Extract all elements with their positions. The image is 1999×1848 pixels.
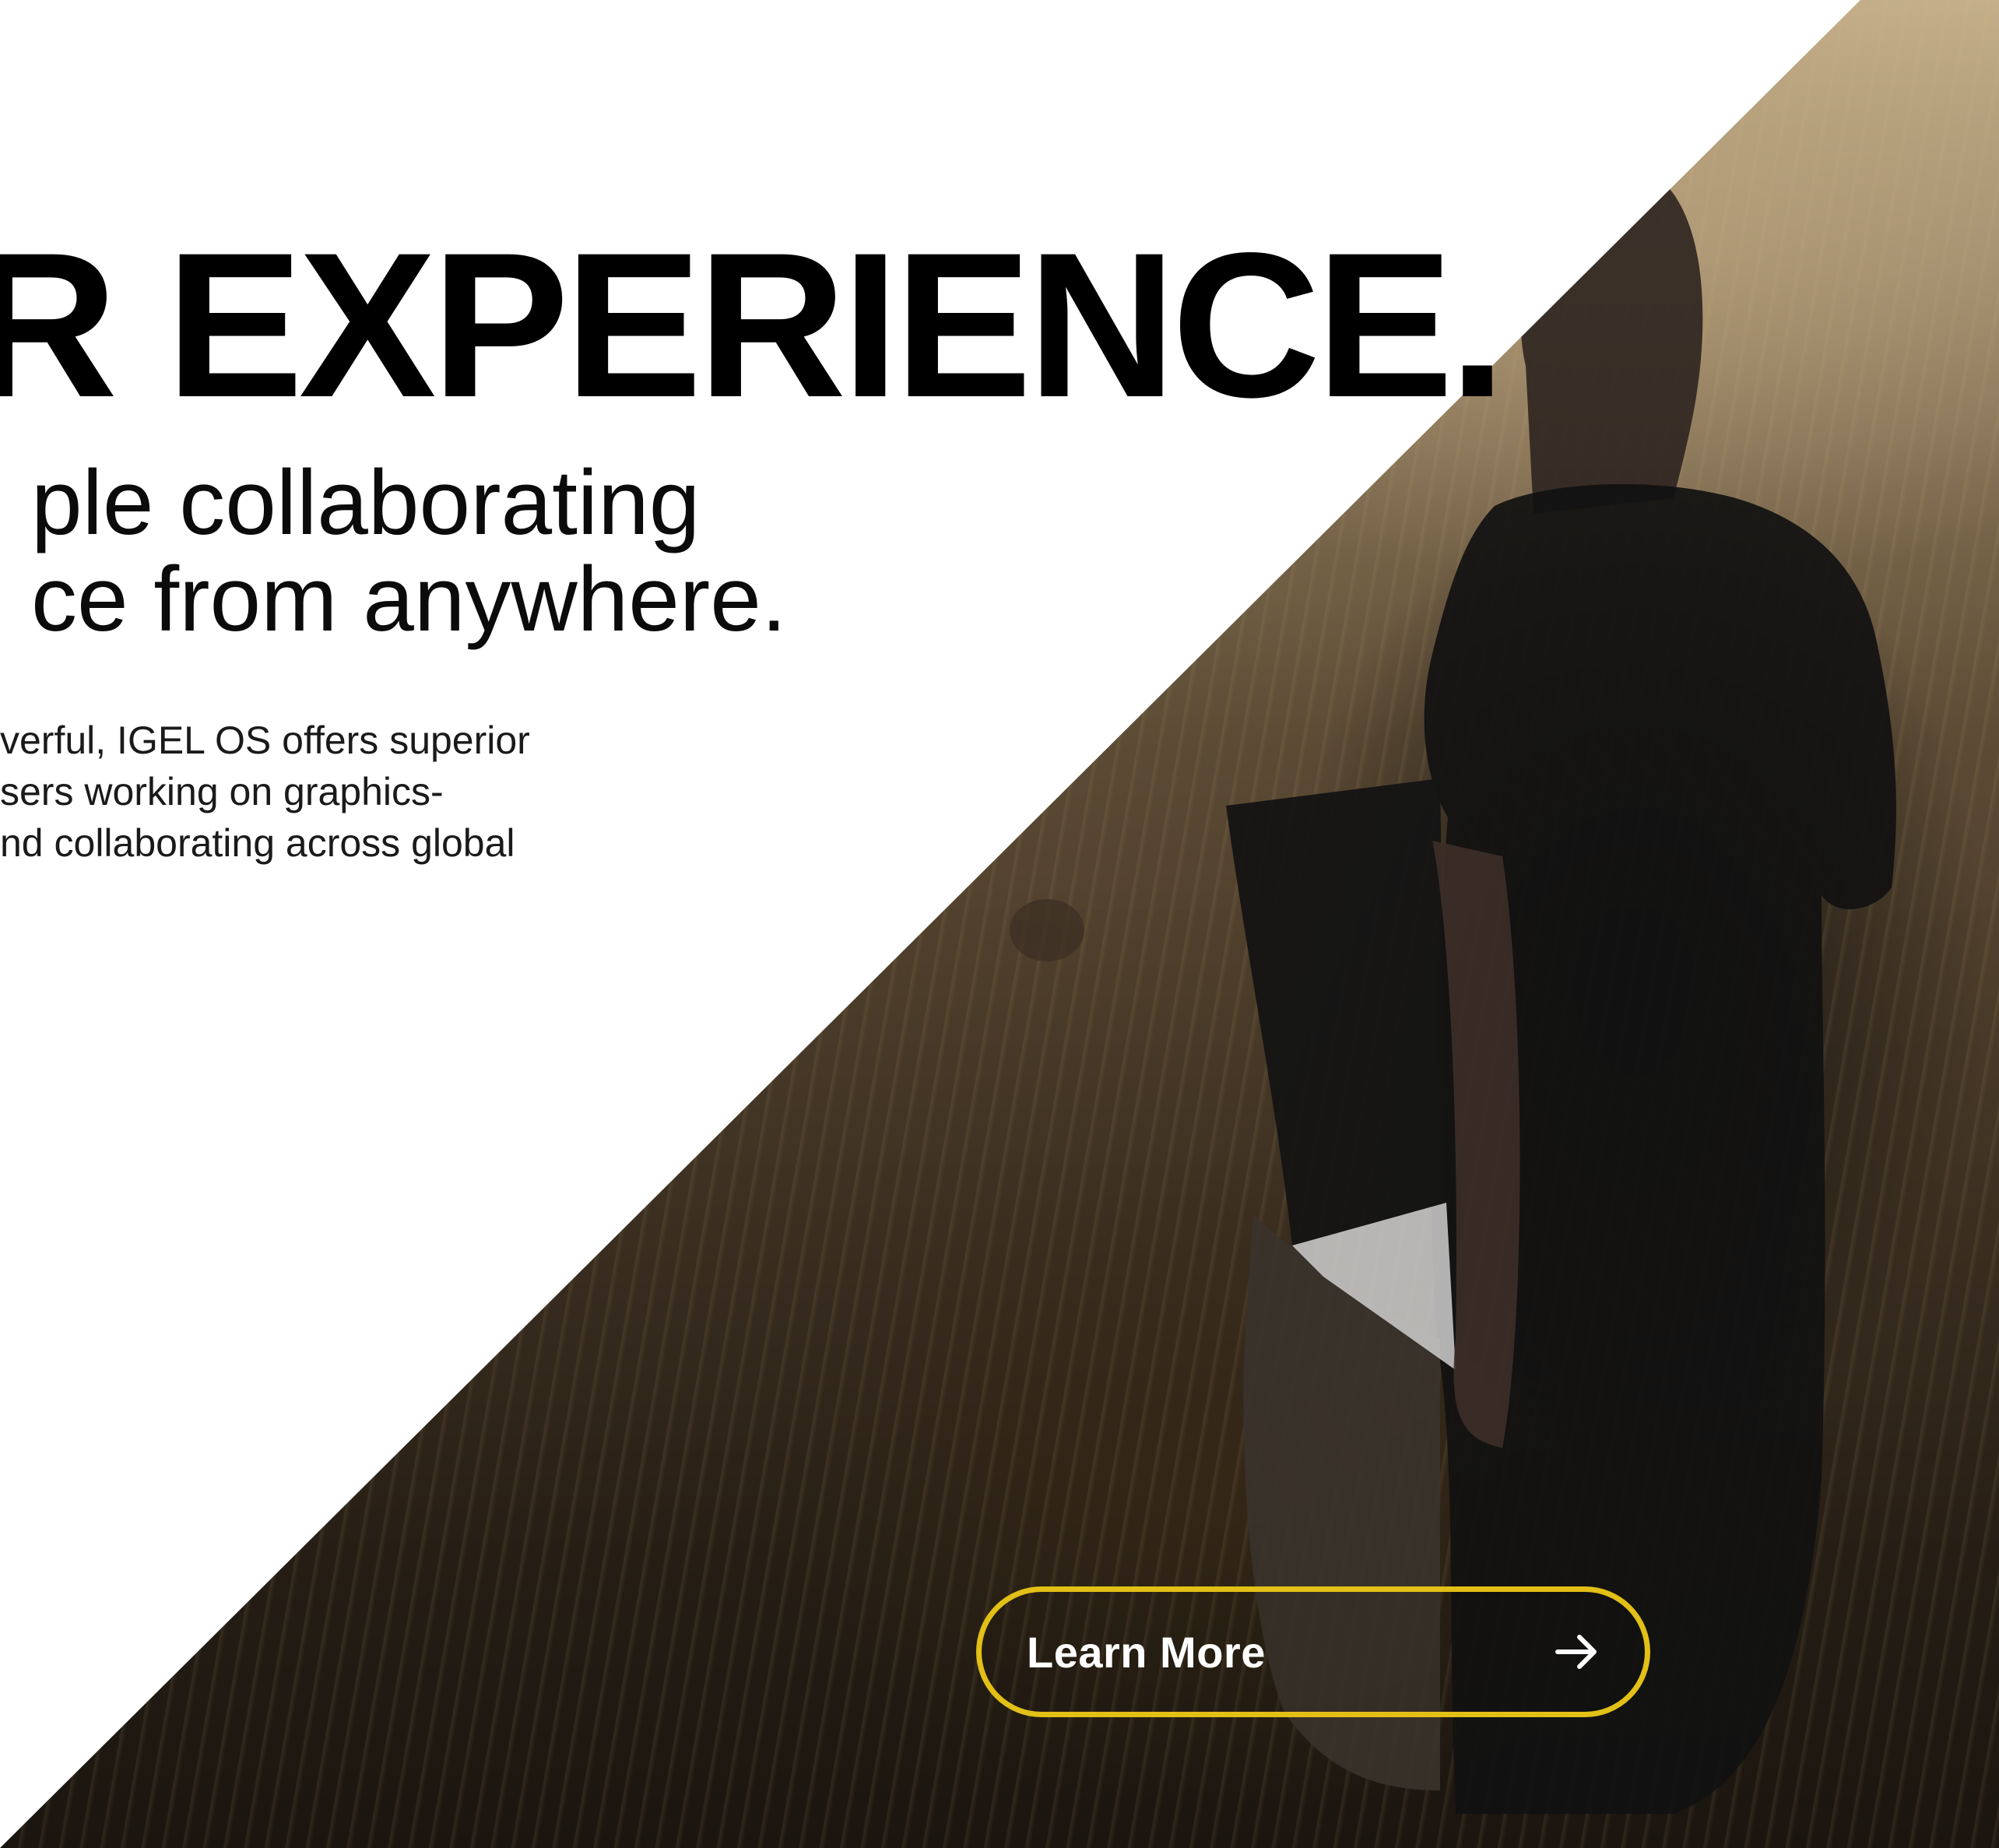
learn-more-label: Learn More <box>1027 1627 1266 1677</box>
learn-more-button[interactable]: Learn More <box>976 1586 1650 1717</box>
hero-body-text: verful, IGEL OS offers superior sers wor… <box>0 715 530 869</box>
hero-subheadline: ple collaborating ce from anywhere. <box>31 455 787 648</box>
hero-subheadline-line-2: ce from anywhere. <box>31 548 787 651</box>
hero-headline: R EXPERIENCE. <box>0 210 1506 441</box>
hero-body-line-3: nd collaborating across global <box>0 821 515 865</box>
hero-body-line-1: verful, IGEL OS offers superior <box>0 718 530 762</box>
hero-body-line-2: sers working on graphics- <box>0 770 444 813</box>
hero-subheadline-line-1: ple collaborating <box>31 451 701 554</box>
arrow-right-icon <box>1555 1635 1597 1669</box>
hero-section: R EXPERIENCE. ple collaborating ce from … <box>0 0 1999 1848</box>
